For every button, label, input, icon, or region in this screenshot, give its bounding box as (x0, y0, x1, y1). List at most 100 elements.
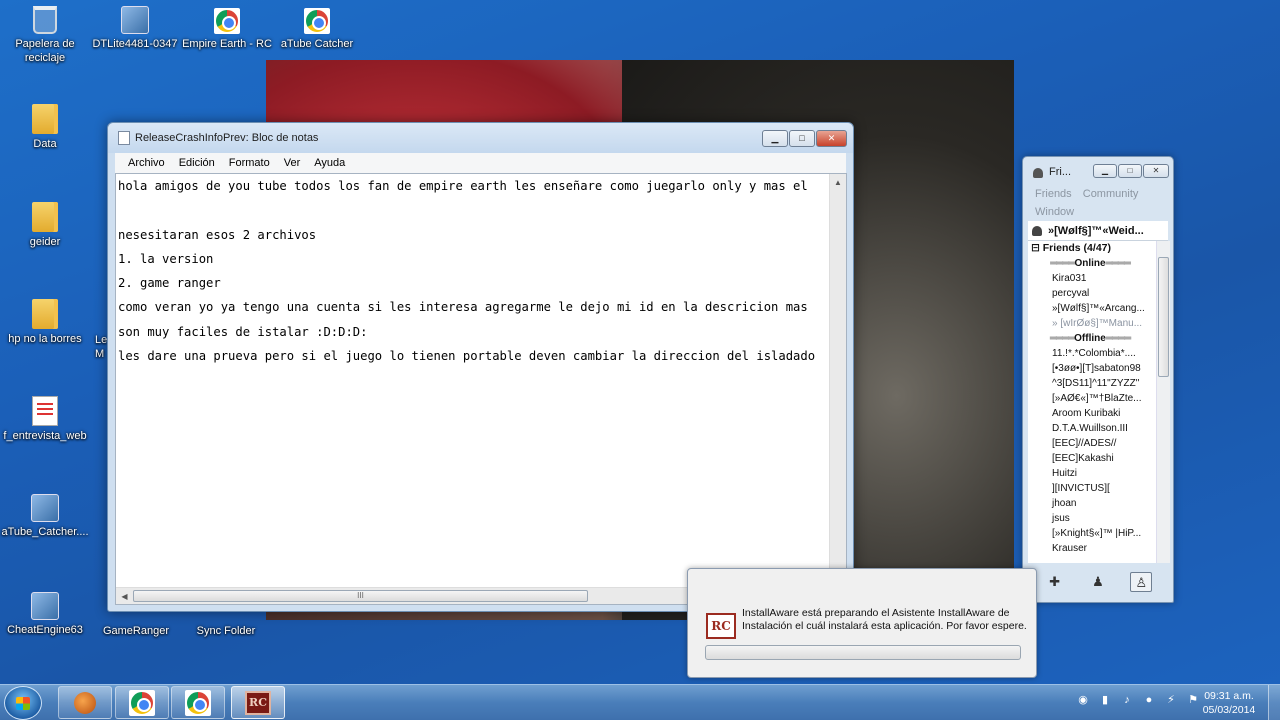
menu-edicion[interactable]: Edición (172, 157, 222, 169)
list-item[interactable]: Aroom Kuribaki (1028, 406, 1152, 421)
text-editor[interactable]: hola amigos de you tube todos los fan de… (115, 173, 847, 605)
desktop-icon-data[interactable]: Data (0, 104, 90, 151)
desktop-icon-label: M (95, 348, 105, 360)
current-user[interactable]: »[Wølf§]™«Weid... (1028, 221, 1168, 241)
taskbar-clock[interactable]: 09:31 a.m. 05/03/2014 (1196, 689, 1262, 717)
list-item[interactable]: ][INVICTUS][ (1028, 481, 1152, 496)
friends-list[interactable]: ⊟ Friends (4/47) Online Kira031 percyval… (1028, 241, 1170, 563)
notepad-titlebar[interactable]: ReleaseCrashInfoPrev: Bloc de notas ▁ □ … (108, 123, 853, 153)
desktop-icon-label: CheatEngine63 (7, 624, 83, 636)
chrome-shortcut-icon (305, 9, 329, 33)
desktop-icon-label: Data (33, 138, 57, 150)
taskbar-chrome-1[interactable] (115, 686, 169, 719)
installer-icon (121, 6, 149, 34)
clock-date: 05/03/2014 (1202, 704, 1256, 716)
find-player-icon[interactable]: ♟ (1087, 572, 1109, 592)
list-item[interactable]: » [wIrØø§]™Manu... (1028, 316, 1152, 331)
desktop-icon-dtlite[interactable]: DTLite4481-0347 (90, 6, 180, 51)
list-item[interactable]: »[Wølf§]™«Arcang... (1028, 301, 1152, 316)
list-item[interactable]: percyval (1028, 286, 1152, 301)
taskbar: RC ◉ ▮ ♪ ● ⚡ ⚑ 09:31 a.m. 05/03/2014 (0, 684, 1280, 720)
list-item[interactable]: Kira031 (1028, 271, 1152, 286)
notepad-icon (118, 131, 130, 145)
menu-archivo[interactable]: Archivo (121, 157, 172, 169)
scroll-up-icon[interactable]: ▲ (830, 174, 846, 191)
close-button[interactable]: ✕ (816, 130, 847, 147)
start-button[interactable] (4, 686, 42, 720)
editor-text[interactable]: hola amigos de you tube todos los fan de… (116, 174, 829, 587)
offline-label: Offline (1074, 333, 1106, 344)
list-item[interactable]: Huitzi (1028, 466, 1152, 481)
close-button[interactable]: ✕ (1143, 164, 1169, 178)
desktop-icon-f-entrevista-web[interactable]: f_entrevista_web (0, 396, 90, 443)
desktop-icon-geider[interactable]: geider (0, 202, 90, 249)
desktop-icon-recycle-bin[interactable]: Papelera de reciclaje (0, 6, 90, 65)
friends-icon (1033, 168, 1043, 178)
list-item[interactable]: [EEC]Kakashi (1028, 451, 1152, 466)
chrome-icon (186, 690, 210, 715)
power-icon[interactable]: ⚡ (1164, 693, 1178, 707)
list-item[interactable]: [EEC]//ADES// (1028, 436, 1152, 451)
list-item[interactable]: jsus (1028, 511, 1152, 526)
menu-window[interactable]: Window (1035, 206, 1074, 218)
list-item[interactable]: Krauser (1028, 541, 1152, 556)
desktop-icon-label: Papelera de reciclaje (15, 38, 75, 64)
rc-logo-icon: RC (706, 613, 736, 639)
desktop-icon-sync-folder[interactable]: Sync Folder (181, 612, 271, 642)
desktop-icon-hp-no-la-borres[interactable]: hp no la borres (0, 299, 90, 346)
minimize-button[interactable]: ▁ (762, 130, 788, 147)
maximize-button[interactable]: □ (789, 130, 815, 147)
gameranger-icon (74, 691, 96, 714)
chrome-tray-icon[interactable]: ● (1142, 693, 1156, 707)
desktop-icon-gameranger[interactable]: GameRanger (91, 612, 181, 642)
list-item[interactable]: 11.!*.*Colombia*.... (1028, 346, 1152, 361)
list-item[interactable]: jhoan (1028, 496, 1152, 511)
minimize-button[interactable]: ▁ (1093, 164, 1117, 178)
current-user-name: »[Wølf§]™«Weid... (1048, 224, 1144, 237)
scroll-left-icon[interactable]: ◀ (116, 588, 133, 605)
network-signal-icon[interactable]: ▮ (1098, 693, 1112, 707)
menu-ver[interactable]: Ver (277, 157, 308, 169)
list-item[interactable]: D.T.A.Wuillson.III (1028, 421, 1152, 436)
desktop-icon-atube-catcher[interactable]: aTube Catcher (272, 8, 362, 51)
rc-installer-icon: RC (245, 690, 271, 715)
maximize-button[interactable]: □ (1118, 164, 1142, 178)
friends-group-header[interactable]: ⊟ Friends (4/47) (1028, 241, 1170, 256)
profile-icon[interactable]: ♙ (1130, 572, 1153, 592)
list-item[interactable]: [•3øø•][T]sabaton98 (1028, 361, 1152, 376)
menu-formato[interactable]: Formato (222, 157, 277, 169)
taskbar-gameranger[interactable] (58, 686, 112, 719)
volume-icon[interactable]: ♪ (1120, 693, 1134, 707)
install-progress-bar (705, 645, 1021, 660)
desktop-icon-empire-earth[interactable]: Empire Earth - RC (182, 8, 272, 51)
taskbar-chrome-2[interactable] (171, 686, 225, 719)
taskbar-installaware[interactable]: RC (231, 686, 285, 719)
friends-scroll-thumb[interactable] (1158, 257, 1169, 377)
desktop-icon-atube-catcher-installer[interactable]: aTube_Catcher.... (0, 494, 90, 539)
folder-icon (32, 299, 58, 329)
friends-window[interactable]: Fri... ▁ □ ✕ Friends Community Window »[… (1022, 156, 1174, 603)
friends-toolbar: ✚ ♟ ♙ (1023, 570, 1173, 594)
show-desktop-button[interactable] (1268, 685, 1280, 720)
vertical-scrollbar[interactable]: ▲ (829, 174, 846, 587)
horizontal-scroll-thumb[interactable]: III (133, 590, 588, 602)
add-friend-icon[interactable]: ✚ (1044, 572, 1066, 592)
installaware-dialog[interactable]: RC InstallAware está preparando el Asist… (687, 568, 1037, 678)
desktop-icon-label: GameRanger (102, 625, 170, 637)
notepad-window[interactable]: ReleaseCrashInfoPrev: Bloc de notas ▁ □ … (107, 122, 854, 612)
chrome-shortcut-icon (215, 9, 239, 33)
list-item[interactable]: ^3[DS11]^11"ZYZZ" (1028, 376, 1152, 391)
chrome-icon (130, 690, 154, 715)
friends-scrollbar[interactable] (1156, 241, 1170, 563)
online-section-header: Online (1028, 256, 1170, 271)
friends-titlebar[interactable]: Fri... ▁ □ ✕ (1023, 157, 1173, 185)
menu-community[interactable]: Community (1083, 188, 1139, 200)
gameranger-tray-icon[interactable]: ◉ (1076, 693, 1090, 707)
list-item[interactable]: [»Knight§«]™ |HiP... (1028, 526, 1152, 541)
list-item[interactable]: [»AØ€«]™†BlaZte... (1028, 391, 1152, 406)
desktop-icon-cheatengine[interactable]: CheatEngine63 (0, 592, 90, 637)
menu-ayuda[interactable]: Ayuda (307, 157, 352, 169)
friends-group-label: Friends (4/47) (1042, 242, 1111, 254)
menu-friends[interactable]: Friends (1035, 188, 1072, 200)
folder-icon (32, 202, 58, 232)
